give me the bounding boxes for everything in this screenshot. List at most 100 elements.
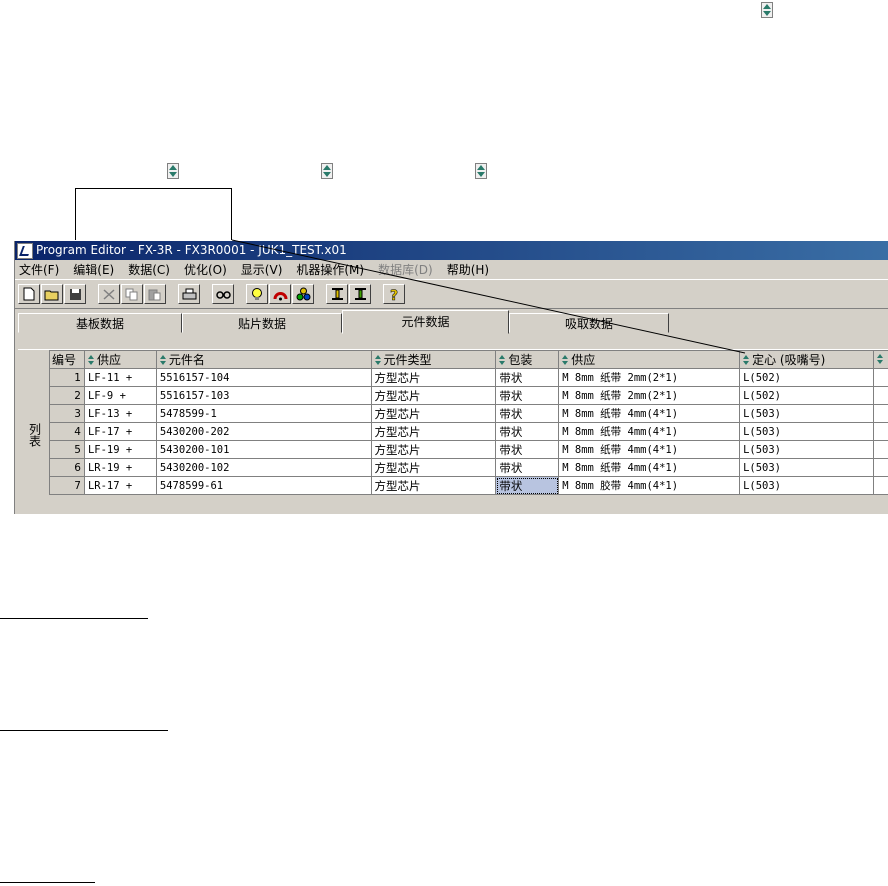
col-header-number[interactable]: 编号: [49, 350, 85, 369]
save-button[interactable]: [64, 284, 86, 304]
table-row[interactable]: 5 LF-19 + 5430200-101 方型芯片 带状 M 8mm 纸带 4…: [49, 440, 888, 459]
tab-component-data[interactable]: 元件数据: [342, 310, 509, 334]
copy-button[interactable]: [121, 284, 143, 304]
table-row[interactable]: 6 LR-19 + 5430200-102 方型芯片 带状 M 8mm 纸带 4…: [49, 458, 888, 477]
list-side-tab[interactable]: 列表: [22, 380, 48, 490]
cell-part-type[interactable]: 方型芯片: [370, 440, 497, 459]
cell-packaging-selected[interactable]: 带状: [495, 476, 560, 495]
sort-arrows-icon: [87, 354, 97, 368]
cell-part-type[interactable]: 方型芯片: [370, 404, 497, 423]
cell-part-name[interactable]: 5430200-202: [155, 422, 372, 441]
tab-board-data[interactable]: 基板数据: [18, 313, 182, 333]
col-header-part-name[interactable]: 元件名: [155, 350, 372, 369]
cell-next[interactable]: [872, 404, 888, 423]
optimize-button[interactable]: [269, 284, 291, 304]
cell-packaging[interactable]: 带状: [495, 440, 560, 459]
cell-supply[interactable]: M 8mm 纸带 4mm(4*1): [558, 404, 741, 423]
help-icon: ?: [390, 287, 399, 301]
menu-view[interactable]: 显示(V): [241, 261, 283, 278]
cell-next[interactable]: [872, 422, 888, 441]
cell-part-name[interactable]: 5478599-1: [155, 404, 372, 423]
cell-centering[interactable]: L(503): [739, 440, 874, 459]
cell-feeder[interactable]: LF-13 +: [83, 404, 157, 423]
cell-next[interactable]: [872, 440, 888, 459]
new-file-button[interactable]: [18, 284, 40, 304]
underline-mark: [0, 730, 168, 731]
cell-supply[interactable]: M 8mm 纸带 4mm(4*1): [558, 422, 741, 441]
menu-file[interactable]: 文件(F): [19, 261, 59, 278]
cell-feeder[interactable]: LF-17 +: [83, 422, 157, 441]
tab-pickup-data[interactable]: 吸取数据: [509, 313, 669, 333]
paste-button[interactable]: [144, 284, 166, 304]
transfer-receive-button[interactable]: [349, 284, 371, 304]
col-header-supply[interactable]: 供应: [558, 350, 741, 369]
cut-button[interactable]: [98, 284, 120, 304]
cell-feeder[interactable]: LF-11 +: [83, 368, 157, 387]
cell-centering[interactable]: L(503): [739, 422, 874, 441]
col-header-feeder[interactable]: 供应: [83, 350, 157, 369]
cell-part-name[interactable]: 5478599-61: [155, 476, 372, 495]
table-row[interactable]: 7 LR-17 + 5478599-61 方型芯片 带状 M 8mm 胶带 4m…: [49, 476, 888, 495]
menu-data[interactable]: 数据(C): [128, 261, 170, 278]
cell-part-type[interactable]: 方型芯片: [370, 368, 497, 387]
row-number: 5: [49, 440, 85, 459]
menu-edit[interactable]: 编辑(E): [73, 261, 114, 278]
find-icon: [215, 291, 231, 299]
cell-supply[interactable]: M 8mm 纸带 2mm(2*1): [558, 368, 741, 387]
cell-next[interactable]: [872, 458, 888, 477]
table-row[interactable]: 1 LF-11 + 5516157-104 方型芯片 带状 M 8mm 纸带 2…: [49, 368, 888, 387]
col-header-packaging[interactable]: 包装: [495, 350, 560, 369]
cell-next[interactable]: [872, 368, 888, 387]
menu-optimize[interactable]: 优化(O): [184, 261, 227, 278]
cell-feeder[interactable]: LF-19 +: [83, 440, 157, 459]
open-file-button[interactable]: [41, 284, 63, 304]
cell-part-name[interactable]: 5430200-102: [155, 458, 372, 477]
menu-help[interactable]: 帮助(H): [447, 261, 489, 278]
cell-feeder[interactable]: LR-19 +: [83, 458, 157, 477]
cell-centering[interactable]: L(503): [739, 476, 874, 495]
cell-part-name[interactable]: 5430200-101: [155, 440, 372, 459]
cell-centering[interactable]: L(503): [739, 404, 874, 423]
cell-packaging[interactable]: 带状: [495, 458, 560, 477]
cell-centering[interactable]: L(503): [739, 458, 874, 477]
cell-part-name[interactable]: 5516157-104: [155, 368, 372, 387]
cell-next[interactable]: [872, 386, 888, 405]
table-row[interactable]: 3 LF-13 + 5478599-1 方型芯片 带状 M 8mm 纸带 4mm…: [49, 404, 888, 423]
database-icon: [296, 287, 310, 301]
cell-next[interactable]: [872, 476, 888, 495]
cell-supply[interactable]: M 8mm 纸带 2mm(2*1): [558, 386, 741, 405]
cell-packaging[interactable]: 带状: [495, 368, 560, 387]
row-number: 3: [49, 404, 85, 423]
col-header-centering[interactable]: 定心 (吸嘴号): [739, 350, 874, 369]
menu-machine[interactable]: 机器操作(M): [296, 261, 364, 278]
cell-part-type[interactable]: 方型芯片: [370, 476, 497, 495]
print-button[interactable]: [178, 284, 200, 304]
help-button[interactable]: ?: [383, 284, 405, 304]
cell-packaging[interactable]: 带状: [495, 422, 560, 441]
cell-supply[interactable]: M 8mm 胶带 4mm(4*1): [558, 476, 741, 495]
tab-placement-data[interactable]: 贴片数据: [182, 313, 342, 333]
cell-feeder[interactable]: LR-17 +: [83, 476, 157, 495]
light-bulb-button[interactable]: [246, 284, 268, 304]
cell-centering[interactable]: L(502): [739, 368, 874, 387]
cell-part-name[interactable]: 5516157-103: [155, 386, 372, 405]
cell-supply[interactable]: M 8mm 纸带 4mm(4*1): [558, 440, 741, 459]
database-button[interactable]: [292, 284, 314, 304]
table-row[interactable]: 4 LF-17 + 5430200-202 方型芯片 带状 M 8mm 纸带 4…: [49, 422, 888, 441]
cell-part-type[interactable]: 方型芯片: [370, 422, 497, 441]
cell-part-type[interactable]: 方型芯片: [370, 386, 497, 405]
cell-centering[interactable]: L(502): [739, 386, 874, 405]
cell-supply[interactable]: M 8mm 纸带 4mm(4*1): [558, 458, 741, 477]
table-row[interactable]: 2 LF-9 + 5516157-103 方型芯片 带状 M 8mm 纸带 2m…: [49, 386, 888, 405]
sort-arrows-icon: [876, 353, 886, 367]
cell-packaging[interactable]: 带状: [495, 386, 560, 405]
transfer-icon: [354, 288, 366, 300]
cell-packaging[interactable]: 带状: [495, 404, 560, 423]
col-header-next[interactable]: [872, 350, 888, 369]
cell-feeder[interactable]: LF-9 +: [83, 386, 157, 405]
col-header-part-type[interactable]: 元件类型: [370, 350, 497, 369]
find-button[interactable]: [212, 284, 234, 304]
transfer-send-button[interactable]: [326, 284, 348, 304]
sort-arrows-icon: [167, 163, 179, 179]
cell-part-type[interactable]: 方型芯片: [370, 458, 497, 477]
